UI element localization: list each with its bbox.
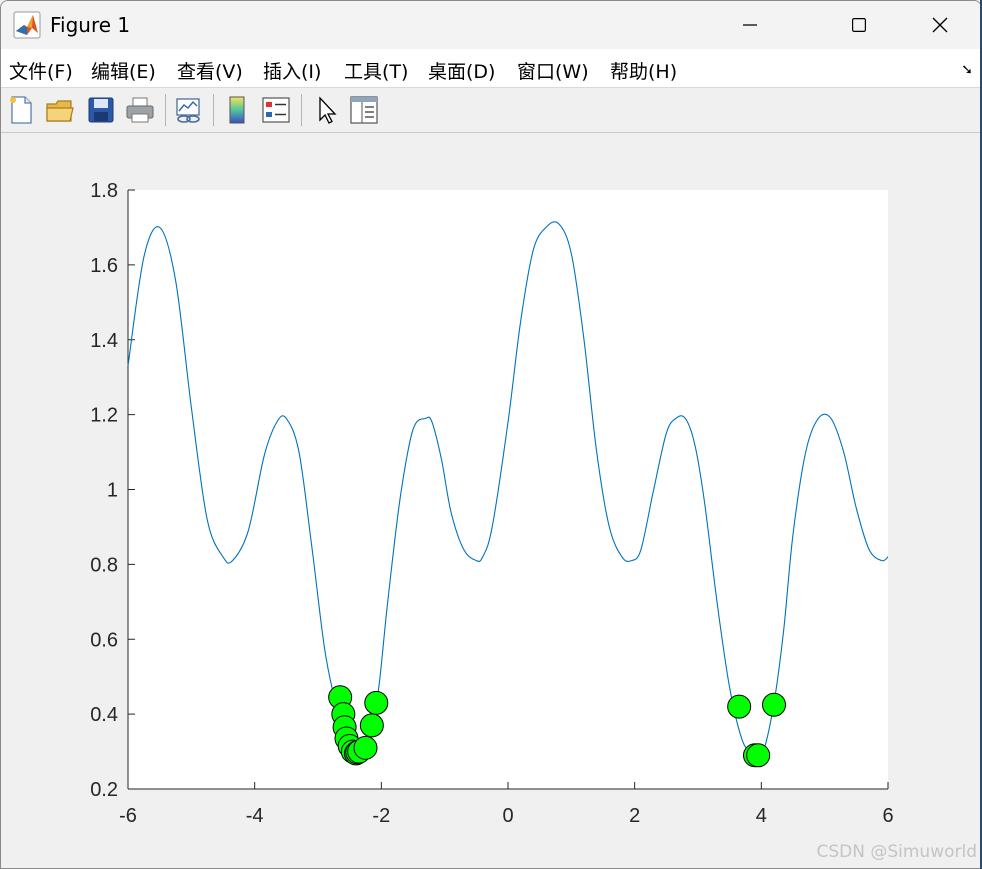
y-tick-label: 1 [107,480,118,502]
save-icon[interactable] [85,94,117,126]
maximize-icon [852,18,866,32]
link-plot-icon[interactable] [173,94,205,126]
figure-toolbar [1,88,981,133]
menu-insert[interactable]: 插入(I) [263,57,321,84]
x-tick-label: -6 [119,805,137,827]
y-tick-label: 1.4 [90,330,118,352]
x-tick-label: 6 [882,805,893,827]
pointer-icon[interactable] [311,94,343,126]
y-tick-label: 0.8 [90,554,118,576]
toolbar-separator [165,94,166,126]
y-tick-label: 1.8 [90,180,118,202]
menu-tools[interactable]: 工具(T) [344,57,408,84]
data-point-marker [746,743,771,768]
menu-window[interactable]: 窗口(W) [517,57,589,84]
close-icon [932,17,948,33]
menu-bar: 文件(F) 编辑(E) 查看(V) 插入(I) 工具(T) 桌面(D) 窗口(W… [1,49,981,88]
y-tick-label: 0.4 [90,704,118,726]
data-point-marker [762,692,786,717]
figure-window: Figure 1 文件(F) 编辑(E) 查看(V) 插入(I) 工具(T) 桌… [0,0,982,869]
menu-view[interactable]: 查看(V) [177,57,243,84]
menu-file[interactable]: 文件(F) [9,57,73,84]
menu-help[interactable]: 帮助(H) [610,57,677,84]
minimize-icon [743,24,757,26]
data-point-marker [364,690,389,715]
y-tick-label: 1.2 [90,405,118,427]
x-tick-label: -2 [372,805,390,827]
toolbar-separator [301,94,302,126]
new-figure-icon[interactable] [5,94,37,126]
window-title: Figure 1 [50,13,131,37]
x-tick-label: 4 [756,805,767,827]
close-button[interactable] [907,1,973,49]
watermark-text: CSDN @Simuworld [816,842,977,862]
y-tick-label: 1.6 [90,255,118,277]
x-tick-label: 0 [502,805,513,827]
data-point-marker [353,735,378,760]
x-tick-label: 2 [629,805,640,827]
figure-canvas: -6 -4 -2 0 2 4 6 0.2 0.4 0.6 0.8 1 1.2 1.4 1.6 1.8 CSDN… [1,133,981,868]
minimize-button[interactable] [717,1,783,49]
menu-desktop[interactable]: 桌面(D) [428,57,495,84]
title-bar[interactable]: Figure 1 [1,1,981,49]
toolbar-separator [213,94,214,126]
y-tick-label: 0.6 [90,629,118,651]
colorbar-icon[interactable] [221,94,253,126]
print-icon[interactable] [124,94,156,126]
matlab-logo-icon [13,11,41,39]
y-tick-label: 0.2 [90,779,118,801]
plot-chart[interactable]: -6 -4 -2 0 2 4 6 0.2 0.4 0.6 0.8 1 1.2 1.4 1.6 1.8 [1,133,981,868]
property-inspector-icon[interactable] [348,94,380,126]
data-point-marker [727,694,752,719]
open-file-icon[interactable] [44,94,76,126]
menu-edit[interactable]: 编辑(E) [91,57,156,84]
x-tick-label: -4 [246,805,264,827]
data-point-marker [359,713,384,738]
dock-figure-icon[interactable]: ➘ [961,61,973,78]
legend-icon[interactable] [260,94,292,126]
maximize-button[interactable] [826,1,892,49]
